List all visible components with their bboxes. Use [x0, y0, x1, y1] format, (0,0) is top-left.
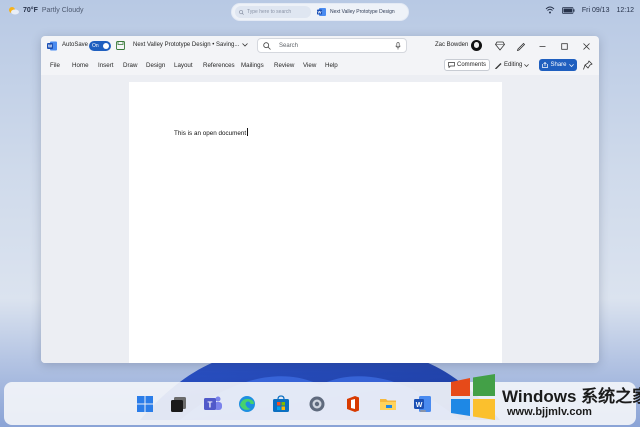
editing-mode-button[interactable]: Editing: [495, 59, 530, 71]
search-placeholder: Search: [279, 42, 299, 49]
wifi-icon[interactable]: [545, 6, 555, 14]
search-icon: [239, 9, 244, 15]
tab-layout[interactable]: Layout: [174, 62, 193, 69]
taskbar-word[interactable]: W: [412, 393, 434, 415]
watermark-url: www.bjjmlv.com: [507, 406, 592, 418]
taskbar-file-explorer[interactable]: [377, 393, 399, 415]
taskbar-store[interactable]: [270, 393, 292, 415]
search-placeholder: Type here to search: [247, 9, 292, 15]
share-icon: [542, 62, 549, 68]
tab-insert[interactable]: Insert: [98, 62, 113, 69]
pen-icon[interactable]: [516, 41, 526, 51]
active-app-indicator: [420, 410, 426, 412]
comment-icon: [448, 62, 455, 68]
maximize-icon: [560, 42, 568, 50]
svg-text:T: T: [208, 401, 213, 410]
document-page[interactable]: This is an open document: [129, 82, 502, 363]
word-logo-icon: W: [47, 41, 57, 51]
date-text[interactable]: Fri 09/13: [582, 7, 610, 14]
taskbar-edge[interactable]: [236, 393, 258, 415]
comments-label: Comments: [456, 62, 486, 68]
search-icon: [263, 41, 271, 50]
microphone-icon[interactable]: [395, 41, 401, 50]
document-text: This is an open document: [174, 130, 247, 137]
weather-temperature: 70°F: [23, 7, 38, 14]
comments-button[interactable]: Comments: [444, 59, 490, 71]
minimize-icon: [539, 45, 545, 47]
windows-start-icon: [137, 396, 153, 412]
tab-references[interactable]: References: [203, 62, 235, 69]
taskbar-settings[interactable]: [306, 393, 328, 415]
tab-file[interactable]: File: [50, 62, 60, 69]
text-caret: [247, 128, 249, 136]
svg-text:W: W: [318, 10, 322, 15]
search-input[interactable]: Search: [257, 38, 407, 53]
share-label: Share: [550, 62, 567, 68]
time-text[interactable]: 12:12: [616, 7, 634, 14]
save-icon[interactable]: [116, 41, 125, 50]
document-body-text[interactable]: This is an open document: [174, 128, 249, 137]
diamond-icon[interactable]: [495, 41, 505, 51]
search-field[interactable]: Type here to search: [235, 6, 311, 18]
taskbar-terminal[interactable]: [168, 393, 190, 415]
battery-icon[interactable]: [561, 6, 575, 14]
taskbar-office[interactable]: [342, 393, 364, 415]
title-bar: W AutoSave On Next Valley Prototype Desi…: [41, 36, 599, 56]
chevron-down-icon: [242, 43, 249, 47]
minimize-button[interactable]: [535, 39, 549, 53]
maximize-button[interactable]: [557, 39, 571, 53]
pencil-icon: [495, 62, 502, 69]
tab-design[interactable]: Design: [146, 62, 165, 69]
tab-home[interactable]: Home: [72, 62, 89, 69]
top-status-bar: 70°F Partly Cloudy Type here to search W…: [0, 0, 640, 22]
document-title: Next Valley Prototype Design • Saving...: [133, 42, 240, 48]
watermark-brand: Windows 系统之家: [502, 387, 640, 406]
close-button[interactable]: [579, 39, 593, 53]
user-avatar[interactable]: [471, 40, 482, 51]
settings-icon: [309, 396, 325, 412]
tab-help[interactable]: Help: [325, 62, 338, 69]
word-doc-icon: W: [317, 8, 326, 16]
svg-text:W: W: [416, 402, 423, 409]
tab-view[interactable]: View: [303, 62, 316, 69]
weather-condition: Partly Cloudy: [41, 7, 84, 14]
document-canvas: This is an open document: [41, 75, 599, 363]
word-window: W AutoSave On Next Valley Prototype Desi…: [41, 36, 599, 363]
close-icon: [582, 42, 590, 50]
user-name[interactable]: Zac Bowden: [435, 42, 468, 48]
office-icon: [347, 396, 359, 412]
weather-widget[interactable]: 70°F Partly Cloudy: [8, 6, 84, 15]
autosave-toggle[interactable]: On: [89, 41, 111, 51]
document-title-button[interactable]: Next Valley Prototype Design • Saving...: [133, 42, 249, 48]
file-explorer-icon: [380, 399, 396, 410]
taskbar-teams[interactable]: T: [202, 393, 224, 415]
share-button[interactable]: Share: [539, 59, 577, 71]
teams-icon: T: [204, 396, 222, 410]
terminal-icon: [171, 397, 186, 412]
search-result-label: Next Valley Prototype Design: [330, 9, 395, 15]
system-tray: Fri 09/13 12:12: [545, 6, 634, 14]
store-icon: [273, 395, 289, 412]
autosave-state: On: [92, 43, 99, 49]
editing-label: Editing: [504, 62, 523, 68]
windows-logo-icon: [451, 374, 495, 420]
start-button[interactable]: [134, 393, 156, 415]
partly-cloudy-icon: [9, 7, 19, 15]
site-watermark: Windows 系统之家 www.bjjmlv.com: [440, 372, 640, 427]
tab-mailings[interactable]: Mailings: [241, 62, 264, 69]
search-result-item[interactable]: W Next Valley Prototype Design: [317, 8, 395, 16]
ribbon-tabs: File Home Insert Draw Design Layout Refe…: [41, 57, 599, 74]
tab-review[interactable]: Review: [274, 62, 294, 69]
tab-draw[interactable]: Draw: [123, 62, 137, 69]
chevron-down-icon: [568, 63, 574, 67]
autosave-label: AutoSave: [62, 42, 89, 48]
taskbar-search-pill[interactable]: Type here to search W Next Valley Protot…: [232, 4, 408, 20]
pin-icon[interactable]: [583, 60, 593, 70]
edge-icon: [239, 396, 255, 412]
chevron-down-icon: [524, 63, 530, 67]
toggle-knob: [103, 43, 109, 49]
